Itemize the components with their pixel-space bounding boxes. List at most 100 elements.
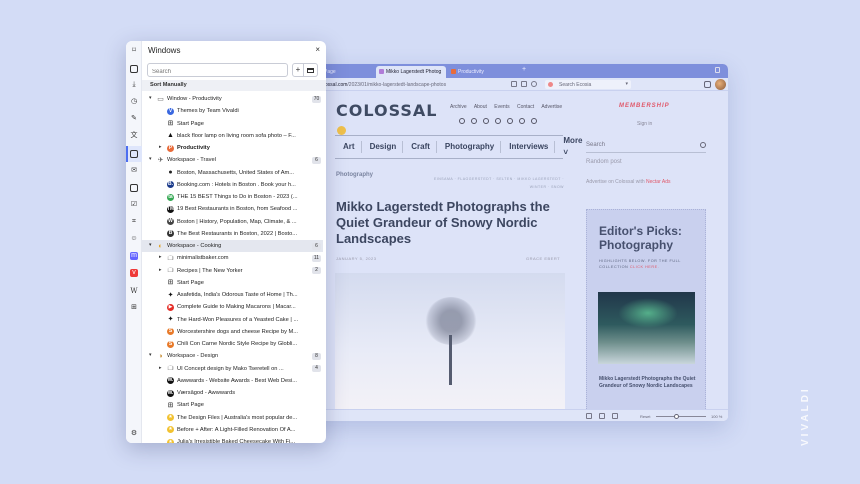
site-logo[interactable]: COLOSSAL xyxy=(336,101,436,135)
tab-row[interactable]: V Themes by Team Vivaldi xyxy=(142,105,323,117)
tab-row[interactable]: ▸ ❐ minimalistbaker.com 11 xyxy=(142,252,323,264)
tab-row[interactable]: ▸ ❐ UI Concept design by Mako Tseretell on… xyxy=(142,363,323,375)
settings-gear-icon[interactable]: ⚙ xyxy=(130,430,138,438)
chevron-down-icon[interactable]: ▾ xyxy=(149,352,152,358)
downloads-icon[interactable]: ⤓ xyxy=(130,81,138,89)
new-window-button[interactable] xyxy=(304,63,318,77)
tab-row[interactable]: W Boston | History, Population, Map, Clim… xyxy=(142,216,323,228)
close-icon[interactable]: × xyxy=(315,45,320,54)
tab-row[interactable]: B The Best Restaurants in Boston, 2022 | … xyxy=(142,228,323,240)
tab-row[interactable]: ▸ P Productivity xyxy=(142,142,323,154)
panel-toggle-icon[interactable] xyxy=(586,413,592,419)
topnav-archive[interactable]: Archive xyxy=(450,104,467,110)
tab-active[interactable]: Mikko Lagerstedt Photog xyxy=(376,66,446,78)
tab-row[interactable]: ⊞ Start Page xyxy=(142,277,323,289)
image-icon[interactable] xyxy=(599,413,605,419)
email-icon[interactable] xyxy=(531,118,537,124)
instagram-icon[interactable] xyxy=(459,118,465,124)
reader-icon[interactable] xyxy=(511,81,517,87)
feeds-icon[interactable]: ⌗ xyxy=(130,218,138,226)
pinterest-icon[interactable] xyxy=(495,118,501,124)
mastodon-icon[interactable] xyxy=(471,118,477,124)
extensions-icon[interactable] xyxy=(704,81,711,88)
search-input[interactable] xyxy=(147,63,288,77)
reading-list-icon[interactable] xyxy=(130,65,138,73)
tab-row[interactable]: ★ Julia's Irresistible Baked Cheesecake W… xyxy=(142,436,323,443)
tab-row[interactable]: ▶ Complete Guide to Making Macarons | Mac… xyxy=(142,301,323,313)
tab-row[interactable]: ✦ Asafetida, India's Odorous Taste of Hom… xyxy=(142,289,323,301)
tab-row[interactable]: ▲ black floor lamp on living room sofa ph… xyxy=(142,130,323,142)
workspace-row[interactable]: ▾ ◑ Workspace - Design 8 xyxy=(142,350,323,362)
chevron-down-icon[interactable]: ▾ xyxy=(625,81,628,87)
tab-row[interactable]: ★ Before + After: A Light-Filled Renovati… xyxy=(142,424,323,436)
nav-more[interactable]: More ˅ xyxy=(555,135,588,159)
nav-design[interactable]: Design xyxy=(362,141,404,153)
nav-photography[interactable]: Photography xyxy=(437,141,502,153)
workspace-row[interactable]: ▾ ◐ Workspace - Cooking 6 xyxy=(142,240,323,253)
mail-icon[interactable]: ✉ xyxy=(130,167,138,175)
topnav-advertise[interactable]: Advertise xyxy=(541,104,562,110)
tumblr-icon[interactable] xyxy=(507,118,513,124)
mastodon-panel-icon[interactable]: m xyxy=(130,252,138,260)
tab-row[interactable]: W. Værsågod - Awwwards xyxy=(142,387,323,399)
topnav-about[interactable]: About xyxy=(474,104,487,110)
shield-icon[interactable] xyxy=(531,81,537,87)
chevron-down-icon[interactable]: ▾ xyxy=(149,156,152,162)
tab-row[interactable]: W. Awwwards - Website Awards - Best Web D… xyxy=(142,375,323,387)
tiling-icon[interactable] xyxy=(612,413,618,419)
vivaldi-panel-icon[interactable]: v xyxy=(130,269,138,277)
add-button[interactable]: + xyxy=(292,63,304,77)
tab-row[interactable]: ● Boston, Massachusetts, United States of… xyxy=(142,167,323,179)
bookmark-icon[interactable] xyxy=(521,81,527,87)
profile-avatar[interactable] xyxy=(715,79,726,90)
article-category[interactable]: Photography xyxy=(336,172,373,178)
rss-icon[interactable] xyxy=(519,118,525,124)
translate-icon[interactable]: 文 xyxy=(130,132,138,140)
signin-link[interactable]: Sign in xyxy=(637,121,652,127)
topnav-contact[interactable]: Contact xyxy=(517,104,534,110)
bookmarks-icon[interactable]: ⌑ xyxy=(130,47,138,55)
chevron-right-icon[interactable]: ▸ xyxy=(159,144,162,150)
zoom-reset[interactable]: Reset xyxy=(640,414,650,419)
editors-picks-caption[interactable]: Mikko Lagerstedt Photographs the Quiet G… xyxy=(599,376,699,390)
workspace-row[interactable]: ▾ ✈ Workspace - Travel 6 xyxy=(142,154,323,166)
editors-picks-thumbnail[interactable] xyxy=(598,292,695,364)
chevron-down-icon[interactable]: ▾ xyxy=(149,242,152,248)
workspace-row[interactable]: ▾ ▭ Window - Productivity 70 xyxy=(142,93,323,105)
membership-link[interactable]: MEMBERSHIP xyxy=(619,103,670,109)
tab-row[interactable]: ⊞ Start Page xyxy=(142,399,323,411)
trash-icon[interactable] xyxy=(715,67,720,73)
article-author[interactable]: GRACE EBERT xyxy=(526,256,560,261)
sort-header[interactable]: Sort Manually xyxy=(142,80,326,91)
history-icon[interactable]: ◷ xyxy=(130,98,138,106)
chevron-down-icon[interactable]: ▾ xyxy=(149,95,152,101)
new-tab-button[interactable]: + xyxy=(522,66,526,73)
wikipedia-icon[interactable]: W xyxy=(130,287,138,295)
random-post-link[interactable]: Random post xyxy=(586,159,706,165)
nectar-ads-link[interactable]: Nectar Ads xyxy=(646,179,670,185)
tab-row[interactable]: ⊞ Start Page xyxy=(142,118,323,130)
code-icon[interactable] xyxy=(625,413,631,419)
click-here-link[interactable]: CLICK HERE. xyxy=(630,265,659,269)
zoom-slider-knob[interactable] xyxy=(674,414,679,419)
tab-row[interactable]: ▸ ❐ Recipes | The New Yorker 2 xyxy=(142,265,323,277)
zoom-slider[interactable] xyxy=(656,414,706,419)
facebook-icon[interactable] xyxy=(483,118,489,124)
tab-row[interactable]: B. Booking.com : Hotels in Boston . Book … xyxy=(142,179,323,191)
tab-row[interactable]: ta THE 15 BEST Things to Do in Boston - 2… xyxy=(142,191,323,203)
search-engine-field[interactable]: Search Ecosia ▾ xyxy=(545,80,631,89)
url-field[interactable]: olossal.com/2023/01/mikko-lagerstedt-lan… xyxy=(321,82,446,88)
tab-productivity[interactable]: Productivity xyxy=(448,66,488,78)
contacts-icon[interactable]: ☺ xyxy=(130,235,138,243)
chevron-right-icon[interactable]: ▸ xyxy=(159,365,162,371)
tab-row[interactable]: S Chili Con Carne Nordic Style Recipe by … xyxy=(142,338,323,350)
nav-interviews[interactable]: Interviews xyxy=(501,141,556,153)
tab-row[interactable]: S Worcestershire dogs and cheese Recipe b… xyxy=(142,326,323,338)
tasks-icon[interactable]: ☑ xyxy=(130,201,138,209)
tab-row[interactable]: ✦ The Hard-Won Pleasures of a Yeasted Cak… xyxy=(142,314,323,326)
chevron-right-icon[interactable]: ▸ xyxy=(159,267,162,273)
topnav-events[interactable]: Events xyxy=(494,104,509,110)
notes-icon[interactable]: ✎ xyxy=(130,115,138,123)
nav-art[interactable]: Art xyxy=(335,141,362,153)
tab-row[interactable]: ★ The Design Files | Australia's most pop… xyxy=(142,412,323,424)
